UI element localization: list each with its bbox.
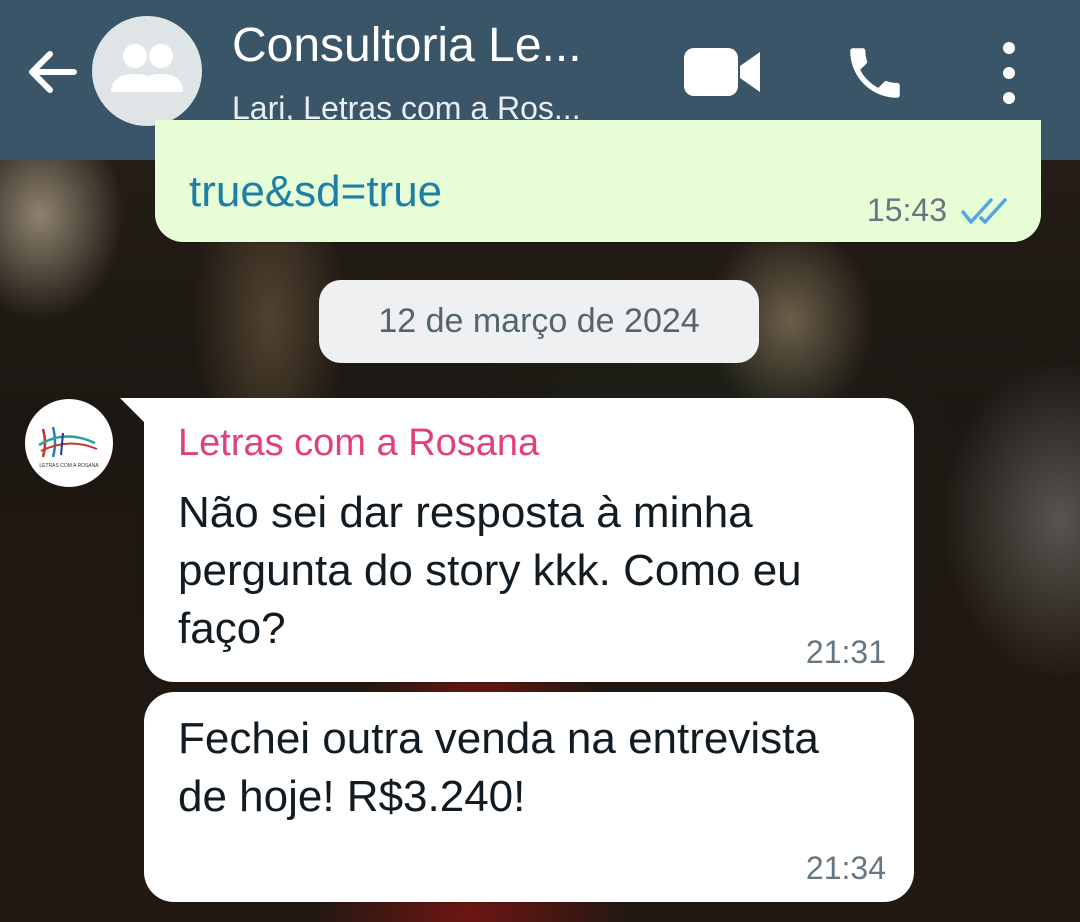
voice-call-button[interactable] [842, 40, 908, 106]
more-options-button[interactable] [992, 38, 1026, 108]
sender-name[interactable]: Letras com a Rosana [178, 420, 539, 466]
incoming-message[interactable]: Letras com a Rosana Não sei dar resposta… [120, 398, 914, 682]
sender-avatar[interactable]: LETRAS COM A ROSANA [25, 399, 113, 487]
date-divider: 12 de março de 2024 [319, 280, 759, 363]
svg-text:LETRAS COM A ROSANA: LETRAS COM A ROSANA [39, 463, 99, 469]
letras-com-a-rosana-logo: LETRAS COM A ROSANA [38, 426, 99, 469]
video-camera-icon [684, 48, 760, 96]
message-time: 15:43 [866, 192, 947, 228]
double-check-read-icon [961, 198, 1007, 224]
arrow-left-icon [29, 51, 77, 93]
incoming-message[interactable]: Fechei outra venda na entrevista de hoje… [144, 692, 914, 902]
message-text: Não sei dar resposta à minha pergunta do… [178, 488, 802, 653]
message-time: 21:34 [805, 850, 886, 886]
phone-icon [850, 48, 900, 98]
outgoing-message[interactable]: true&sd=true 15:43 [155, 120, 1041, 242]
message-link[interactable]: true&sd=true [189, 166, 442, 218]
group-icon [111, 44, 183, 92]
chat-title[interactable]: Consultoria Le... [232, 18, 652, 74]
more-vertical-icon [1003, 42, 1015, 104]
message-time: 21:31 [805, 634, 886, 670]
video-call-button[interactable] [680, 44, 764, 100]
group-avatar[interactable] [92, 16, 202, 126]
back-button[interactable] [22, 42, 82, 102]
message-text: Fechei outra venda na entrevista de hoje… [178, 714, 819, 821]
